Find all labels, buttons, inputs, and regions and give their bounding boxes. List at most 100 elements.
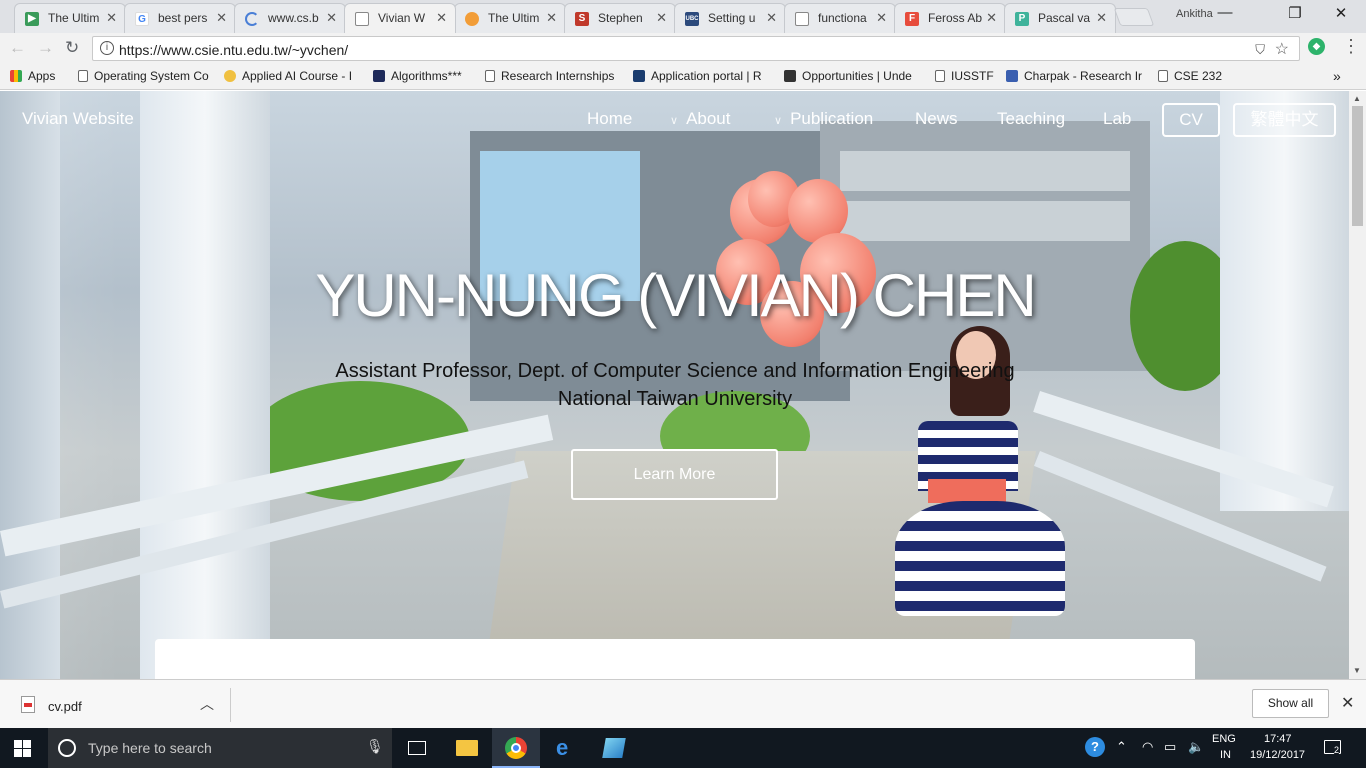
bookmark-item[interactable]: Opportunities | Unde	[784, 69, 920, 83]
more-menu-icon[interactable]: ⋮	[1342, 36, 1360, 57]
tab-title: Setting u	[708, 11, 756, 25]
extension-icon[interactable]: ⛉	[1255, 42, 1265, 58]
pdf-file-icon[interactable]	[21, 696, 35, 713]
tab-favicon-icon: ▶	[25, 12, 39, 26]
bookmark-item[interactable]: Applied AI Course - I	[224, 69, 360, 83]
nav-home[interactable]: Home	[587, 109, 632, 129]
windows-start-icon[interactable]	[14, 740, 31, 757]
bookmark-star-icon[interactable]: ☆	[1275, 39, 1289, 59]
bookmark-item[interactable]: Application portal | R	[633, 69, 769, 83]
chrome-icon[interactable]	[492, 728, 540, 768]
document-icon	[935, 70, 945, 82]
learn-more-button[interactable]: Learn More	[571, 449, 778, 500]
web-page: Vivian Website Home ∨ About ∨ Publication …	[0, 91, 1349, 679]
portal-icon	[633, 70, 645, 82]
scroll-up-icon[interactable]: ▲	[1353, 94, 1361, 103]
windows-taskbar: Type here to search 🎙 e ? ⌃ ◠ ▭ 🔈 ENG IN…	[0, 728, 1366, 768]
bookmark-label: Application portal | R	[651, 69, 762, 83]
site-brand[interactable]: Vivian Website	[22, 109, 134, 129]
site-favicon-icon: F	[905, 12, 919, 26]
nav-lab[interactable]: Lab	[1103, 109, 1131, 129]
battery-icon[interactable]: ▭	[1164, 739, 1176, 755]
close-icon[interactable]: ✕	[216, 10, 227, 26]
nav-about[interactable]: ∨ About	[670, 109, 731, 129]
app-icon[interactable]	[590, 728, 638, 768]
language-button[interactable]: 繁體中文	[1233, 103, 1336, 137]
back-arrow-icon[interactable]: ←	[9, 38, 26, 58]
tab-title: Pascal va	[1038, 11, 1091, 25]
nav-teaching[interactable]: Teaching	[997, 109, 1065, 129]
nav-news[interactable]: News	[915, 109, 958, 129]
page-scrollbar[interactable]: ▲ ▼	[1349, 91, 1366, 679]
extension-badge-icon[interactable]: ◆	[1308, 38, 1325, 55]
browser-tab-active[interactable]: Vivian W ✕	[344, 3, 456, 33]
language-region[interactable]: IN	[1220, 749, 1231, 761]
close-icon[interactable]: ✕	[436, 10, 447, 26]
bookmark-label: Opportunities | Unde	[802, 69, 912, 83]
browser-tab[interactable]: UBC Setting u ✕	[674, 3, 786, 33]
close-icon[interactable]: ✕	[766, 10, 777, 26]
notification-center-icon[interactable]: 2	[1324, 740, 1341, 755]
clock-time[interactable]: 17:47	[1264, 733, 1292, 745]
wifi-icon[interactable]: ◠	[1142, 739, 1153, 755]
file-explorer-icon[interactable]	[442, 728, 490, 768]
volume-icon[interactable]: 🔈	[1188, 739, 1204, 755]
chevron-up-icon[interactable]: ︿	[200, 694, 214, 714]
browser-tab[interactable]: ▶ The Ultim ✕	[14, 3, 126, 33]
close-icon[interactable]: ✕	[656, 10, 667, 26]
close-icon[interactable]: ✕	[106, 10, 117, 26]
show-all-button[interactable]: Show all	[1252, 689, 1329, 718]
forward-arrow-icon[interactable]: →	[37, 38, 54, 58]
close-icon[interactable]: ✕	[1341, 693, 1354, 713]
edge-icon[interactable]: e	[542, 728, 590, 768]
bookmark-item[interactable]: Charpak - Research Ir	[1006, 69, 1144, 83]
help-icon[interactable]: ?	[1085, 737, 1105, 757]
task-view-icon[interactable]	[392, 728, 440, 768]
url-text[interactable]: https://www.csie.ntu.edu.tw/~yvchen/	[119, 42, 348, 58]
maximize-icon[interactable]: ❐	[1272, 4, 1318, 22]
new-tab-button[interactable]	[1113, 8, 1155, 26]
bookmark-item[interactable]: CSE 232	[1158, 69, 1228, 83]
taskbar-search-box[interactable]: Type here to search 🎙	[48, 728, 392, 768]
browser-tab[interactable]: The Ultim ✕	[454, 3, 566, 33]
ubc-icon: UBC	[685, 12, 699, 26]
browser-tab[interactable]: G best pers ✕	[124, 3, 236, 33]
bookmarks-overflow-icon[interactable]: »	[1333, 68, 1341, 84]
browser-tab[interactable]: functiona ✕	[784, 3, 896, 33]
info-icon[interactable]: i	[100, 41, 114, 55]
close-icon[interactable]: ✕	[1096, 10, 1107, 26]
close-icon[interactable]: ✕	[326, 10, 337, 26]
browser-tab[interactable]: www.cs.b ✕	[234, 3, 346, 33]
scroll-down-icon[interactable]: ▼	[1353, 666, 1361, 675]
microphone-icon[interactable]: 🎙	[366, 738, 384, 755]
close-icon[interactable]: ✕	[546, 10, 557, 26]
browser-tab[interactable]: P Pascal va ✕	[1004, 3, 1116, 33]
minimize-icon[interactable]: —	[1202, 4, 1248, 21]
chevron-up-icon[interactable]: ⌃	[1116, 739, 1127, 755]
browser-tab[interactable]: F Feross Ab ✕	[894, 3, 1006, 33]
berkeley-icon	[784, 70, 796, 82]
scroll-thumb[interactable]	[1352, 106, 1363, 226]
download-filename[interactable]: cv.pdf	[48, 699, 82, 714]
nav-label: Publication	[790, 109, 874, 128]
browser-tab[interactable]: S Stephen ✕	[564, 3, 676, 33]
close-icon[interactable]: ✕	[876, 10, 887, 26]
bookmark-item[interactable]: Algorithms***	[373, 69, 473, 83]
cv-button[interactable]: CV	[1162, 103, 1220, 137]
bookmark-item[interactable]: Operating System Co	[78, 69, 210, 83]
bookmarks-bar: Apps Operating System Co Applied AI Cour…	[0, 63, 1366, 90]
nav-label: About	[686, 109, 731, 128]
document-icon	[485, 70, 495, 82]
close-icon[interactable]: ✕	[986, 10, 997, 26]
nav-publication[interactable]: ∨ Publication	[774, 109, 873, 129]
clock-date[interactable]: 19/12/2017	[1250, 749, 1305, 761]
bookmark-item[interactable]: Research Internships	[485, 69, 617, 83]
bookmark-label: Applied AI Course - I	[242, 69, 353, 83]
bookmark-item[interactable]: IUSSTF	[935, 69, 997, 83]
close-window-icon[interactable]: ✕	[1318, 4, 1364, 22]
language-indicator[interactable]: ENG	[1212, 733, 1236, 745]
address-bar[interactable]: i https://www.csie.ntu.edu.tw/~yvchen/ ⛉…	[92, 36, 1300, 61]
bookmark-apps[interactable]: Apps	[10, 69, 70, 83]
browser-tab-strip: ▶ The Ultim ✕ G best pers ✕ www.cs.b ✕ V…	[0, 0, 1366, 33]
reload-icon[interactable]: ↻	[65, 38, 79, 58]
